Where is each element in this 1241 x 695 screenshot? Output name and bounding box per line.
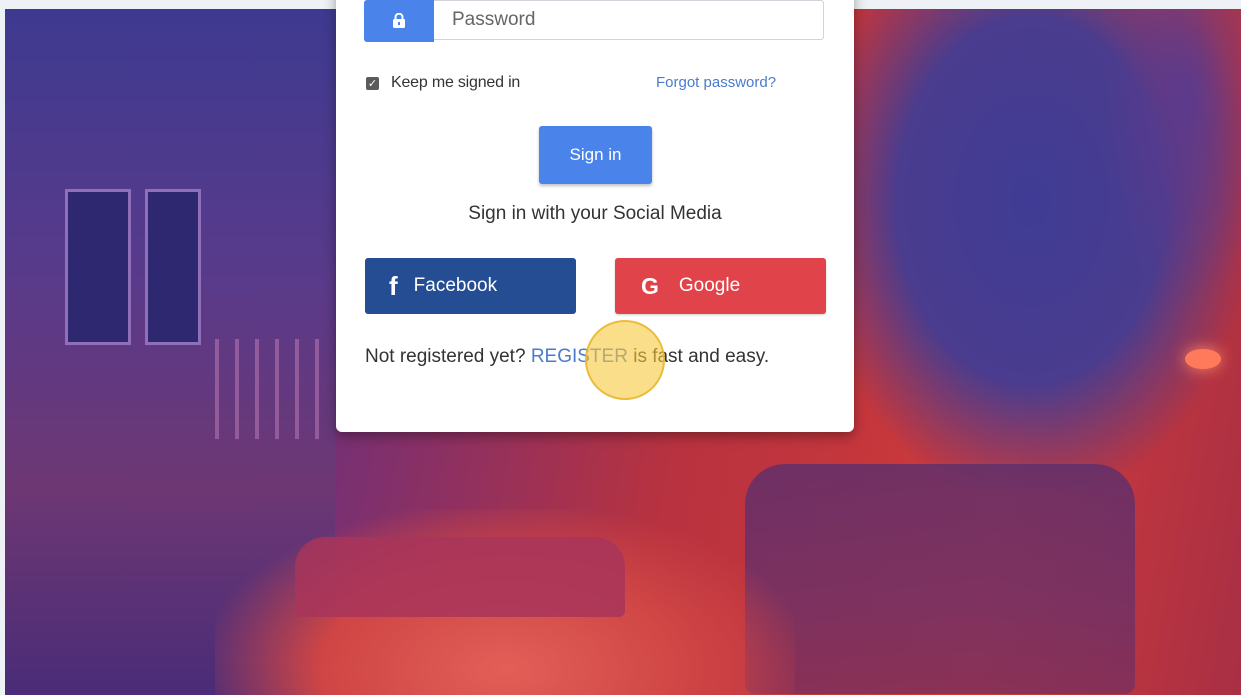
background-dark-car (745, 464, 1135, 694)
lock-icon (364, 0, 434, 42)
facebook-icon: f (389, 270, 398, 301)
google-icon: G (641, 272, 659, 299)
background-tree (1101, 9, 1241, 309)
check-icon: ✓ (367, 76, 378, 90)
forgot-password-link[interactable]: Forgot password? (656, 74, 776, 91)
keep-signed-in-checkbox[interactable]: ✓ (366, 76, 379, 90)
register-prefix: Not registered yet? (365, 346, 531, 367)
keep-signed-in[interactable]: ✓ Keep me signed in (366, 74, 520, 92)
login-card: ✓ Keep me signed in Forgot password? Sig… (336, 0, 854, 432)
google-button[interactable]: G Google (615, 258, 826, 314)
sign-in-button[interactable]: Sign in (539, 126, 652, 184)
register-prompt: Not registered yet? REGISTER is fast and… (365, 346, 769, 368)
register-link[interactable]: REGISTER (531, 346, 628, 367)
background-car-windshield (295, 537, 625, 617)
background-window (65, 189, 131, 345)
facebook-label: Facebook (413, 275, 498, 296)
password-field-group (364, 0, 826, 42)
social-signin-title: Sign in with your Social Media (468, 203, 722, 224)
google-label: Google (678, 275, 741, 296)
register-suffix: is fast and easy. (627, 346, 770, 367)
background-railing (215, 339, 335, 439)
keep-signed-in-label: Keep me signed in (391, 74, 521, 91)
password-input[interactable] (434, 0, 824, 40)
facebook-button[interactable]: f Facebook (365, 258, 576, 314)
background-window (145, 189, 201, 345)
background-light (1185, 349, 1221, 369)
